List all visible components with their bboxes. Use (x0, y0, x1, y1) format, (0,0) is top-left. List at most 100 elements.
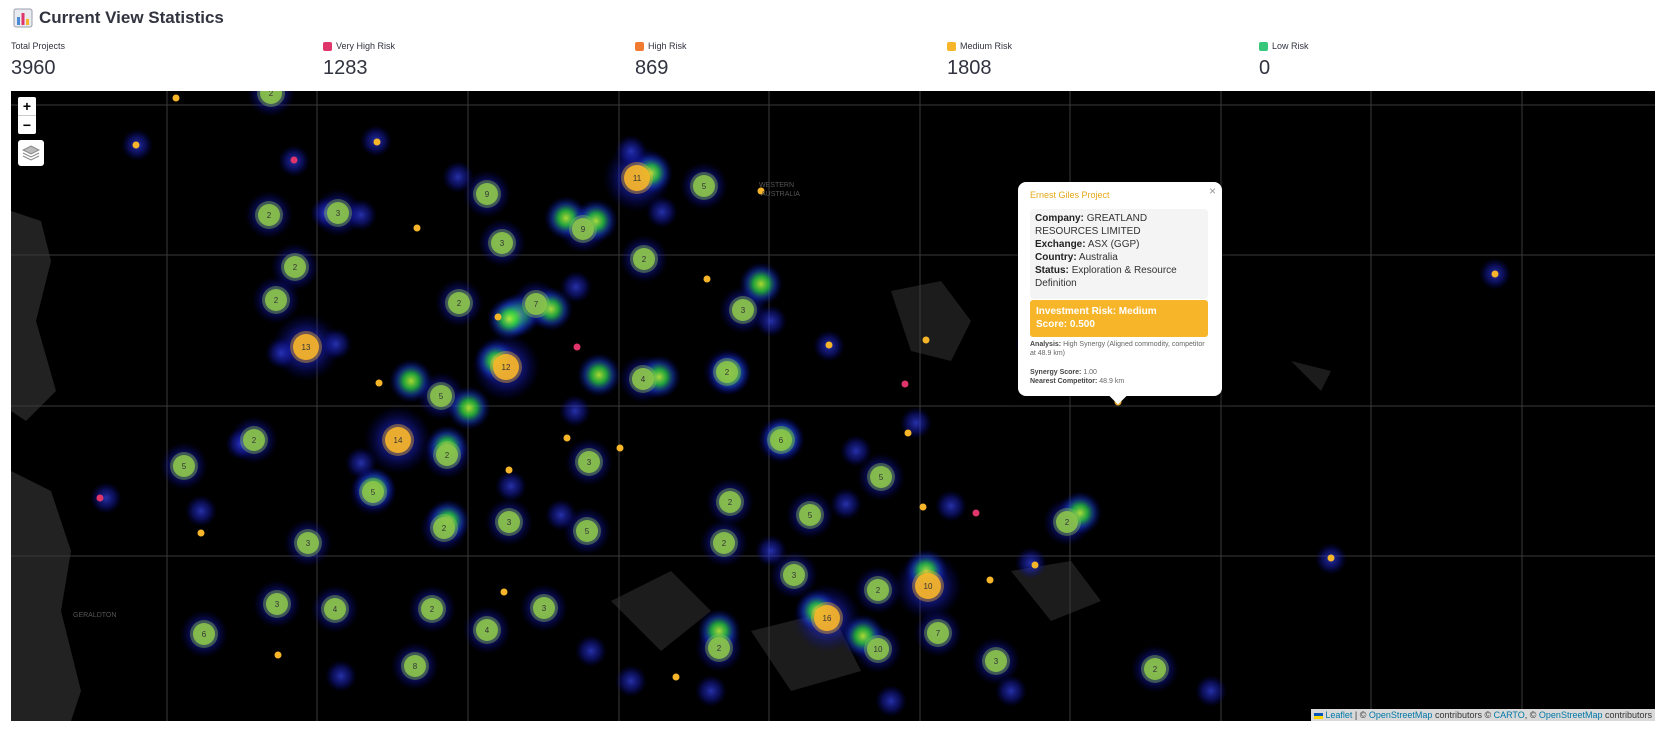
cluster-marker[interactable]: 2 (281, 253, 309, 281)
cluster-marker[interactable]: 5 (427, 382, 455, 410)
cluster-marker[interactable]: 2 (713, 358, 741, 386)
place-label-geraldton: GERALDTON (73, 612, 116, 619)
cluster-marker[interactable]: 5 (867, 463, 895, 491)
cluster-marker[interactable]: 2 (433, 441, 461, 469)
cluster-marker[interactable]: 10 (864, 635, 892, 663)
cluster-marker[interactable]: 3 (982, 647, 1010, 675)
cluster-marker[interactable]: 2 (418, 595, 446, 623)
cluster-marker[interactable]: 3 (263, 590, 291, 618)
heat-blob (345, 447, 377, 479)
cluster-count: 2 (430, 605, 435, 614)
cluster-marker[interactable]: 7 (924, 619, 952, 647)
cluster-marker[interactable]: 2 (262, 286, 290, 314)
project-point-medium (505, 466, 513, 474)
cluster-marker[interactable]: 2 (630, 245, 658, 273)
cluster-marker[interactable]: 3 (495, 508, 523, 536)
cluster-count: 2 (442, 524, 447, 533)
cluster-marker[interactable]: 6 (767, 426, 795, 454)
zoom-in-button[interactable]: + (18, 97, 36, 115)
project-point-medium (413, 224, 421, 232)
cluster-marker[interactable]: 16 (811, 602, 843, 634)
cluster-marker[interactable]: 2 (710, 529, 738, 557)
stat-label: Medium Risk (960, 41, 1013, 51)
heat-blob (545, 499, 577, 531)
cluster-count: 5 (439, 392, 444, 401)
cluster-count: 2 (269, 91, 274, 98)
cluster-marker[interactable]: 3 (294, 529, 322, 557)
stat-value: 1283 (323, 57, 368, 79)
popup-close-button[interactable]: × (1209, 184, 1216, 198)
cluster-marker[interactable]: 2 (1141, 655, 1169, 683)
map-attribution: Leaflet | © OpenStreetMap contributors ©… (1310, 709, 1655, 721)
stat-label: Low Risk (1272, 41, 1309, 51)
cluster-marker[interactable]: 8 (401, 652, 429, 680)
cluster-marker[interactable]: 12 (490, 351, 522, 383)
map-canvas[interactable]: 2 3 2 9 3 9 11 5 2 2 2 2 7 3 13 12 5 4 2 14 2 2 5 3 5 2 3 5 3 2 6 2 5 5 2 3… (11, 91, 1655, 721)
cluster-count: 5 (808, 511, 813, 520)
very-high-risk-swatch-icon (323, 41, 332, 51)
cluster-marker[interactable]: 10 (912, 570, 944, 602)
cluster-count: 9 (581, 225, 586, 234)
cluster-marker[interactable]: 3 (530, 594, 558, 622)
heatmap-layer (90, 91, 1511, 717)
project-point-very-high (96, 494, 104, 502)
cluster-marker[interactable]: 5 (796, 501, 824, 529)
cluster-marker[interactable]: 2 (255, 201, 283, 229)
place-label-western: WESTERN (759, 182, 794, 189)
stat-total-projects: Total Projects 3960 (11, 40, 65, 84)
zoom-out-button[interactable]: − (18, 115, 36, 134)
cluster-marker[interactable]: 5 (690, 172, 718, 200)
layers-icon (22, 145, 40, 161)
cluster-marker[interactable]: 2 (445, 289, 473, 317)
cluster-marker[interactable]: 11 (621, 162, 653, 194)
carto-link[interactable]: CARTO (1494, 710, 1525, 720)
heat-blob (560, 271, 592, 303)
company-label: Company: (1035, 213, 1084, 224)
project-popup: × Ernest Giles Project Company: GREATLAN… (1018, 182, 1222, 396)
cluster-marker[interactable]: 2 (430, 514, 458, 542)
country-label: Country: (1035, 252, 1077, 263)
cluster-marker[interactable]: 4 (321, 595, 349, 623)
cluster-marker[interactable]: 2 (716, 488, 744, 516)
cluster-marker[interactable]: 2 (1053, 508, 1081, 536)
cluster-marker[interactable]: 14 (382, 424, 414, 456)
osm-link-2[interactable]: OpenStreetMap (1539, 710, 1603, 720)
cluster-marker[interactable]: 3 (575, 448, 603, 476)
cluster-marker[interactable]: 9 (569, 215, 597, 243)
cluster-count: 4 (641, 375, 646, 384)
layers-control-button[interactable] (18, 140, 44, 166)
place-label-australia: AUSTRALIA (761, 191, 800, 198)
risk-score: Score: 0.500 (1036, 319, 1095, 330)
cluster-marker[interactable]: 2 (864, 576, 892, 604)
map-view[interactable]: 2 3 2 9 3 9 11 5 2 2 2 2 7 3 13 12 5 4 2 14 2 2 5 3 5 2 3 5 3 2 6 2 5 5 2 3… (11, 91, 1655, 721)
heat-blob (495, 470, 527, 502)
cluster-marker[interactable]: 4 (629, 365, 657, 393)
heat-blob (615, 135, 647, 167)
project-point-very-high (290, 156, 298, 164)
cluster-marker[interactable]: 5 (170, 452, 198, 480)
cluster-count: 7 (936, 629, 941, 638)
cluster-marker[interactable]: 3 (488, 229, 516, 257)
cluster-marker[interactable]: 5 (573, 517, 601, 545)
stat-label: Total Projects (11, 41, 66, 51)
analysis-label: Analysis: (1030, 341, 1062, 348)
cluster-marker[interactable]: 2 (240, 426, 268, 454)
leaflet-link[interactable]: Leaflet (1325, 710, 1352, 720)
cluster-marker[interactable]: 5 (359, 478, 387, 506)
cluster-marker[interactable]: 3 (729, 296, 757, 324)
osm-link[interactable]: OpenStreetMap (1369, 710, 1433, 720)
cluster-marker[interactable]: 13 (290, 331, 322, 363)
cluster-marker[interactable]: 3 (324, 199, 352, 227)
analysis-text: Analysis: High Synergy (Aligned commodit… (1030, 340, 1210, 358)
cluster-marker[interactable]: 9 (473, 180, 501, 208)
cluster-count: 7 (534, 300, 539, 309)
cluster-marker[interactable]: 6 (190, 620, 218, 648)
project-point-medium (274, 651, 282, 659)
synergy-value: 1.00 (1083, 369, 1097, 376)
cluster-count: 5 (182, 462, 187, 471)
cluster-marker[interactable]: 7 (522, 290, 550, 318)
cluster-marker[interactable]: 2 (705, 634, 733, 662)
cluster-marker[interactable]: 3 (780, 561, 808, 589)
cluster-count: 2 (717, 644, 722, 653)
cluster-marker[interactable]: 4 (473, 616, 501, 644)
